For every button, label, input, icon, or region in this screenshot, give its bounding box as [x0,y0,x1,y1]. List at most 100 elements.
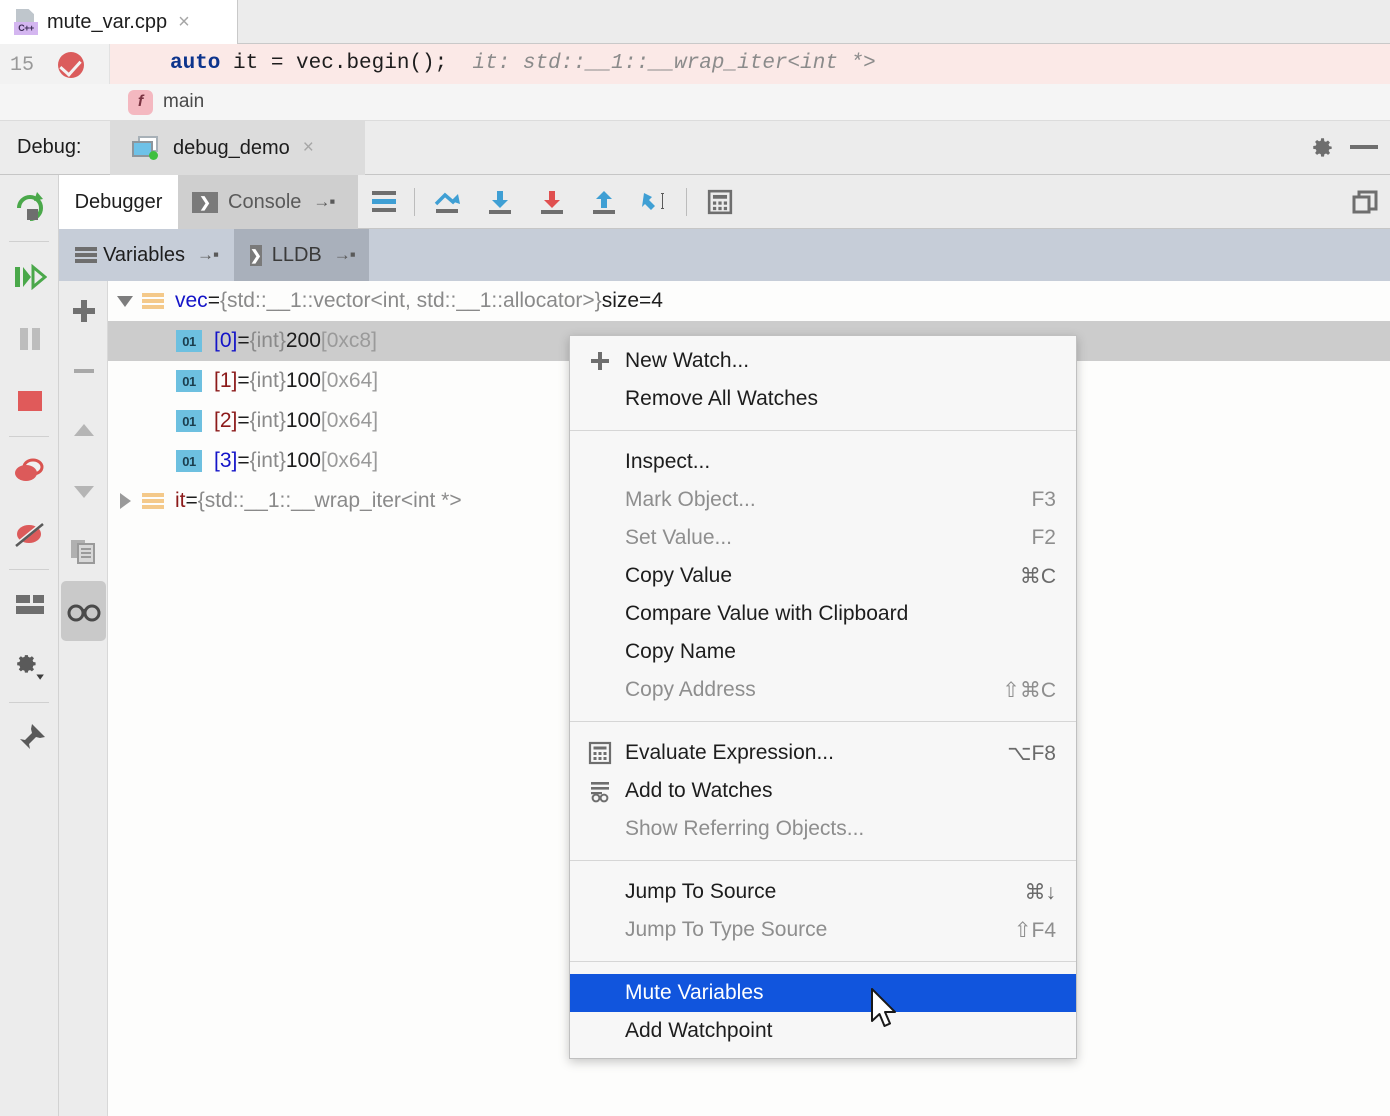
debugger-toolbar: Debugger ❯ Console →▪ [0,175,1390,229]
tab-console[interactable]: ❯ Console →▪ [178,175,358,229]
variable-name: [1] [214,369,238,392]
menu-item-shortcut: ⌘↓ [1024,880,1057,904]
editor-tab-mute-var-cpp[interactable]: C++ mute_var.cpp × [0,0,238,44]
run-to-cursor-icon[interactable] [630,175,682,229]
mute-variables-icon[interactable] [61,581,106,641]
breakpoint-verified-icon[interactable] [58,52,84,78]
tab-lldb[interactable]: ❯ LLDB →▪ [234,229,369,281]
add-watch-icon[interactable] [59,281,108,341]
menu-item-mute-variables[interactable]: Mute Variables [570,974,1076,1012]
gear-icon[interactable] [1310,135,1336,166]
menu-item-copy-value[interactable]: Copy Value ⌘C [570,557,1076,595]
stack-frame-icon [142,492,164,510]
tab-lldb-label: LLDB [271,243,322,266]
menu-item-set-value[interactable]: Set Value... F2 [570,519,1076,557]
copy-icon[interactable] [59,521,108,581]
breadcrumb[interactable]: f main [0,84,1390,121]
variable-address: [0x64] [320,409,379,432]
watches-actions-rail [59,281,108,1116]
tab-variables[interactable]: Variables →▪ [59,229,234,281]
pin-tab-icon[interactable] [0,707,59,769]
show-hide-frames-icon[interactable] [358,175,410,229]
minimize-icon[interactable] [1350,145,1378,149]
variable-type: {int} [249,369,286,392]
remove-watch-icon[interactable] [59,341,108,401]
menu-item-label: Inspect... [625,450,711,473]
tab-console-label: Console [228,190,302,213]
menu-item-inspect[interactable]: Inspect... [570,443,1076,481]
variable-equals: = [237,369,250,392]
mouse-pointer [870,988,900,1037]
chevron-down-icon[interactable] [108,295,142,307]
menu-item-show-referring-objects[interactable]: Show Referring Objects... [570,810,1076,848]
variable-name: vec [175,289,208,312]
tab-debugger-label: Debugger [74,190,163,213]
code-keyword: auto [170,52,221,75]
table-row[interactable]: vec = {std::__1::vector<int, std::__1::a… [108,281,1390,321]
variables-icon [75,246,97,264]
variable-equals: = [237,449,250,472]
chevron-right-icon[interactable] [108,493,142,509]
rerun-icon[interactable] [0,175,59,237]
tab-variables-label: Variables [103,243,185,266]
pin-indicator-icon[interactable]: →▪ [197,245,219,265]
step-over-icon[interactable] [422,175,474,229]
view-breakpoints-icon[interactable] [0,441,59,503]
variable-equals: = [207,289,220,312]
step-into-icon[interactable] [474,175,526,229]
cpp-file-icon: C++ [14,9,38,35]
menu-item-jump-to-type-source[interactable]: Jump To Type Source ⇧F4 [570,911,1076,949]
menu-item-copy-address[interactable]: Copy Address ⇧⌘C [570,671,1076,709]
primitive-type-badge: 01 [176,410,202,432]
settings-gear-icon[interactable] [0,636,59,698]
cpp-badge-label: C++ [14,22,38,35]
resume-program-icon[interactable] [0,246,59,308]
variable-equals: = [237,409,250,432]
menu-item-evaluate-expression[interactable]: Evaluate Expression... ⌥F8 [570,734,1076,772]
run-configuration-tab[interactable]: debug_demo × [110,121,365,175]
tab-debugger[interactable]: Debugger [59,175,178,229]
menu-item-add-watchpoint[interactable]: Add Watchpoint [570,1012,1076,1050]
layout-settings-icon[interactable] [0,574,59,636]
menu-item-shortcut: ⇧F4 [1013,918,1056,942]
menu-item-label: Show Referring Objects... [625,817,865,840]
menu-item-label: Compare Value with Clipboard [625,602,909,625]
menu-item-shortcut: F3 [1031,488,1056,511]
menu-item-compare-value-with-clipboard[interactable]: Compare Value with Clipboard [570,595,1076,633]
breadcrumb-label: main [163,91,205,112]
pin-indicator-icon[interactable]: →▪ [334,245,356,265]
variable-address: [0x64] [320,369,379,392]
variable-name: [3] [214,449,238,472]
pin-indicator-icon[interactable]: →▪ [313,192,335,212]
menu-item-label: Copy Name [625,640,736,663]
evaluate-expression-icon[interactable] [694,175,746,229]
console-icon: ❯ [192,191,218,213]
inlay-hint: it: std::__1::__wrap_iter<int *> [447,52,876,75]
menu-item-label: New Watch... [625,349,750,372]
close-icon[interactable]: × [303,137,314,159]
variable-equals: = [185,489,198,512]
mute-breakpoints-icon[interactable] [0,503,59,565]
close-icon[interactable]: × [178,12,190,32]
variable-address: [0xc8] [320,329,377,352]
line-number: 15 [10,54,35,77]
move-watch-down-icon[interactable] [59,461,108,521]
restore-layout-icon[interactable] [1351,189,1381,222]
step-out-icon[interactable] [578,175,630,229]
stop-icon[interactable] [0,370,59,432]
menu-item-jump-to-source[interactable]: Jump To Source ⌘↓ [570,873,1076,911]
calculator-icon [588,741,612,765]
menu-item-copy-name[interactable]: Copy Name [570,633,1076,671]
editor-gutter[interactable]: 15 [0,44,110,88]
force-step-into-icon[interactable] [526,175,578,229]
menu-item-new-watch[interactable]: New Watch... [570,342,1076,380]
primitive-type-badge: 01 [176,370,202,392]
variables-context-menu[interactable]: New Watch... Remove All Watches Inspect.… [569,335,1077,1059]
pause-program-icon[interactable] [0,308,59,370]
menu-item-remove-all-watches[interactable]: Remove All Watches [570,380,1076,418]
menu-item-mark-object[interactable]: Mark Object... F3 [570,481,1076,519]
move-watch-up-icon[interactable] [59,401,108,461]
menu-item-add-to-watches[interactable]: Add to Watches [570,772,1076,810]
lldb-console-icon: ❯ [250,244,262,266]
variable-value: 100 [285,449,321,472]
